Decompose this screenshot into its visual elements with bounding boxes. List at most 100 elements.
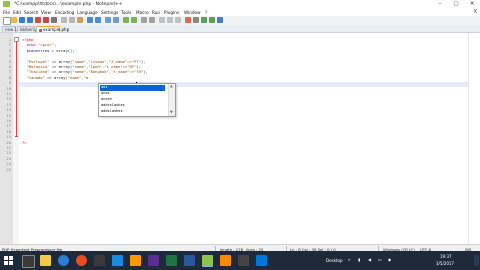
code-line[interactable]: ?> <box>22 140 27 145</box>
menu-encoding[interactable]: Encoding <box>55 10 74 15</box>
start-button[interactable] <box>3 255 14 266</box>
paste-icon[interactable] <box>77 17 83 23</box>
edge-icon[interactable] <box>256 255 267 266</box>
menu-view[interactable]: View <box>41 10 51 15</box>
code-line[interactable]: echo "<pre>"; <box>22 42 57 47</box>
stop-recording-icon[interactable] <box>193 17 199 23</box>
tab-label: new 1 <box>5 27 18 32</box>
desktop-toolbar-label[interactable]: Desktop <box>326 258 343 263</box>
menu-run[interactable]: Run <box>152 10 160 15</box>
zoom-in-icon[interactable] <box>123 17 129 23</box>
taskbar-app-icon[interactable] <box>94 255 105 266</box>
open-folder-icon[interactable] <box>11 17 17 23</box>
playback-icon[interactable] <box>201 17 207 23</box>
close-icon[interactable] <box>35 17 41 23</box>
save-macro-icon[interactable] <box>217 17 223 23</box>
windows-taskbar: Desktop » ▮ ◀ ▭ ◆ 19:37 3/5/2017 <box>0 251 480 270</box>
menu-tools[interactable]: Tools <box>121 10 131 15</box>
copy-icon[interactable] <box>69 17 75 23</box>
code-line[interactable]: $countries = array(); <box>22 48 75 53</box>
line-number: 18 <box>6 128 11 134</box>
autocomplete-item[interactable]: abs <box>100 85 165 91</box>
autocomplete-item[interactable]: addcslashes <box>100 103 165 109</box>
battery-icon[interactable]: ▭ <box>378 257 382 262</box>
autocomplete-item[interactable]: addslashes <box>100 109 165 115</box>
show-all-characters-icon[interactable] <box>167 17 173 23</box>
menu-help[interactable]: ? <box>205 10 207 15</box>
print-icon[interactable] <box>51 17 57 23</box>
autocomplete-scrollbar[interactable]: ▲ ▼ <box>168 84 175 116</box>
code-line[interactable]: "Portugal" => array("name","Lisbon","t_n… <box>22 59 146 64</box>
tab-bbiberi[interactable]: bbiberi.php <box>17 26 43 32</box>
clock-time[interactable]: 19:37 <box>440 254 452 259</box>
record-macro-icon[interactable] <box>185 17 191 23</box>
find-icon[interactable] <box>105 17 111 23</box>
line-number: 9 <box>8 80 11 86</box>
code-line[interactable]: "Malaysia" => array("name","Ipoh","t_nam… <box>22 64 141 69</box>
code-token: = array(); <box>49 47 75 53</box>
language-icon[interactable]: ◆ <box>388 257 391 262</box>
save-all-icon[interactable] <box>27 17 33 23</box>
close-all-icon[interactable] <box>43 17 49 23</box>
code-line[interactable]: <?php <box>22 37 33 42</box>
notepadpp-taskbar-icon[interactable] <box>202 255 213 267</box>
menu-plugins[interactable]: Plugins <box>164 10 179 15</box>
file-explorer-icon[interactable] <box>40 255 51 266</box>
code-line[interactable]: "Thailand" => array("name","Bangkok","t_… <box>22 69 148 74</box>
chevron-up-icon[interactable]: » <box>348 257 350 262</box>
task-view-icon[interactable] <box>22 255 35 268</box>
scroll-down-icon[interactable]: ▼ <box>170 110 173 114</box>
code-editor[interactable]: 1 2 3 4 5 6 7 8 9 10 11 12 13 14 15 16 17 18 19 20 21 22 23 24 2… <box>0 33 480 244</box>
undo-icon[interactable] <box>87 17 93 23</box>
clock-date[interactable]: 3/5/2017 <box>436 261 454 266</box>
maximize-button[interactable]: ▢ <box>448 0 464 9</box>
xampp-icon[interactable] <box>220 255 231 266</box>
line-number: 11 <box>6 91 11 96</box>
tab-new-1[interactable]: new 1 <box>2 26 18 32</box>
sync-horizontal-icon[interactable] <box>149 17 155 23</box>
new-file-icon[interactable] <box>3 17 11 25</box>
word-icon[interactable] <box>184 255 195 266</box>
tab-example[interactable]: example.php <box>36 26 69 32</box>
run-macro-multiple-icon[interactable] <box>209 17 215 23</box>
close-document-icon[interactable]: X <box>474 9 477 15</box>
minimize-button[interactable]: – <box>432 0 448 9</box>
menu-edit[interactable]: Edit <box>13 10 21 15</box>
menu-language[interactable]: Language <box>77 10 98 15</box>
autocomplete-item[interactable]: acosh <box>100 97 165 103</box>
window-title: *C:\xampp\htdocs\...\example.php - Notep… <box>14 2 123 7</box>
volume-icon[interactable]: ◀ <box>368 257 371 262</box>
visual-studio-icon[interactable] <box>148 255 159 266</box>
cmd-icon[interactable] <box>238 255 249 266</box>
scroll-up-icon[interactable]: ▲ <box>170 84 173 88</box>
code-token: => array( <box>44 74 68 80</box>
network-icon[interactable]: ▮ <box>358 257 360 262</box>
firefox-icon[interactable] <box>76 255 87 266</box>
replace-icon[interactable] <box>113 17 119 23</box>
zoom-out-icon[interactable] <box>131 17 137 23</box>
word-wrap-icon[interactable] <box>159 17 165 23</box>
excel-icon[interactable] <box>166 255 177 266</box>
line-number: 3 <box>8 47 11 53</box>
chrome-icon[interactable] <box>58 255 69 266</box>
menu-search[interactable]: Search <box>24 10 38 15</box>
outlook-icon[interactable] <box>112 255 123 266</box>
autocomplete-popup[interactable]: abs acos acosh addcslashes addslashes ▲ … <box>98 83 176 117</box>
close-window-button[interactable]: ✕ <box>464 0 480 9</box>
code-line[interactable]: "Canada" => array("name","a <box>22 74 89 80</box>
line-number: 25 <box>6 166 11 172</box>
notifications-icon[interactable] <box>474 255 479 266</box>
menu-file[interactable]: File <box>3 10 10 15</box>
menu-window[interactable]: Window <box>184 10 201 15</box>
redo-icon[interactable] <box>95 17 101 23</box>
vlc-icon[interactable] <box>130 255 141 266</box>
save-icon[interactable] <box>19 17 25 23</box>
line-number: 5 <box>8 58 11 64</box>
sync-vertical-icon[interactable] <box>141 17 147 23</box>
menu-settings[interactable]: Settings <box>101 10 118 15</box>
cut-icon[interactable] <box>61 17 67 23</box>
indent-guide-icon[interactable] <box>175 17 181 23</box>
line-number: 19 <box>6 134 11 140</box>
autocomplete-item[interactable]: acos <box>100 91 165 97</box>
menu-macro[interactable]: Macro <box>136 10 149 15</box>
